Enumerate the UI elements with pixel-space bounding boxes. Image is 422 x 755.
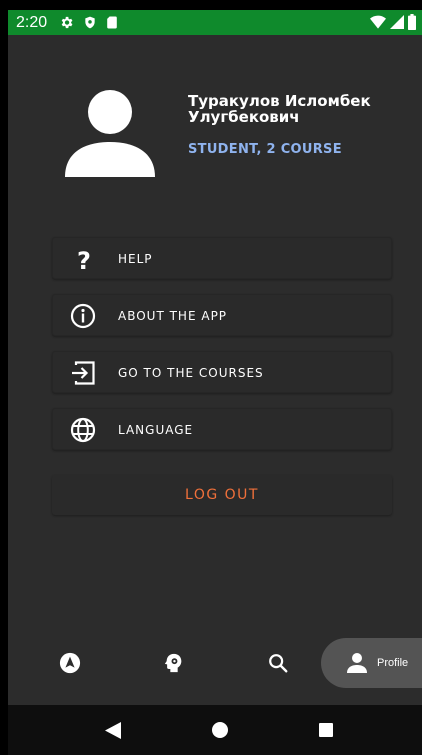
menu-item-label: LANGUAGE [118, 423, 194, 437]
menu-item-label: GO TO THE COURSES [118, 366, 264, 380]
signal-icon [390, 15, 404, 29]
settings-icon [61, 16, 73, 29]
user-name: Туракулов Исломбек Улугбекович [188, 92, 371, 126]
search-icon [269, 654, 288, 673]
nav-tab-explore[interactable] [48, 635, 92, 691]
menu-item-courses[interactable]: GO TO THE COURSES [52, 351, 392, 393]
info-icon [70, 303, 96, 329]
nav-tab-learn[interactable] [152, 635, 196, 691]
sd-card-icon [107, 16, 117, 29]
svg-text:?: ? [77, 247, 91, 273]
question-icon: ? [77, 247, 91, 273]
profile-screen: Туракулов Исломбек Улугбекович STUDENT, … [8, 35, 422, 705]
wifi-icon [370, 15, 386, 29]
nav-tab-profile[interactable]: Profile [321, 638, 422, 688]
logout-button[interactable]: LOG OUT [52, 475, 392, 515]
menu-item-label: ABOUT THE APP [118, 309, 228, 323]
globe-icon [70, 417, 96, 443]
status-bar: 2:20 [8, 10, 422, 35]
navigation-icon [59, 652, 81, 674]
shield-icon [85, 16, 95, 29]
recents-icon[interactable] [319, 723, 333, 737]
menu-item-language[interactable]: LANGUAGE [52, 408, 392, 450]
avatar [65, 90, 155, 177]
nav-tab-label: Profile [377, 657, 409, 669]
back-icon[interactable] [105, 722, 121, 739]
menu-item-about[interactable]: ABOUT THE APP [52, 294, 392, 336]
nav-tab-search[interactable] [256, 635, 300, 691]
brain-icon [164, 653, 182, 673]
status-time: 2:20 [16, 13, 48, 31]
bottom-navigation: Profile [8, 635, 422, 691]
menu-item-label: HELP [118, 252, 153, 266]
menu-item-help[interactable]: ? HELP [52, 237, 392, 279]
user-status: STUDENT, 2 COURSE [188, 142, 342, 157]
person-icon [347, 653, 367, 673]
home-icon[interactable] [212, 722, 228, 738]
login-icon [72, 361, 95, 385]
system-navigation-bar [8, 705, 422, 755]
battery-icon [408, 14, 416, 30]
